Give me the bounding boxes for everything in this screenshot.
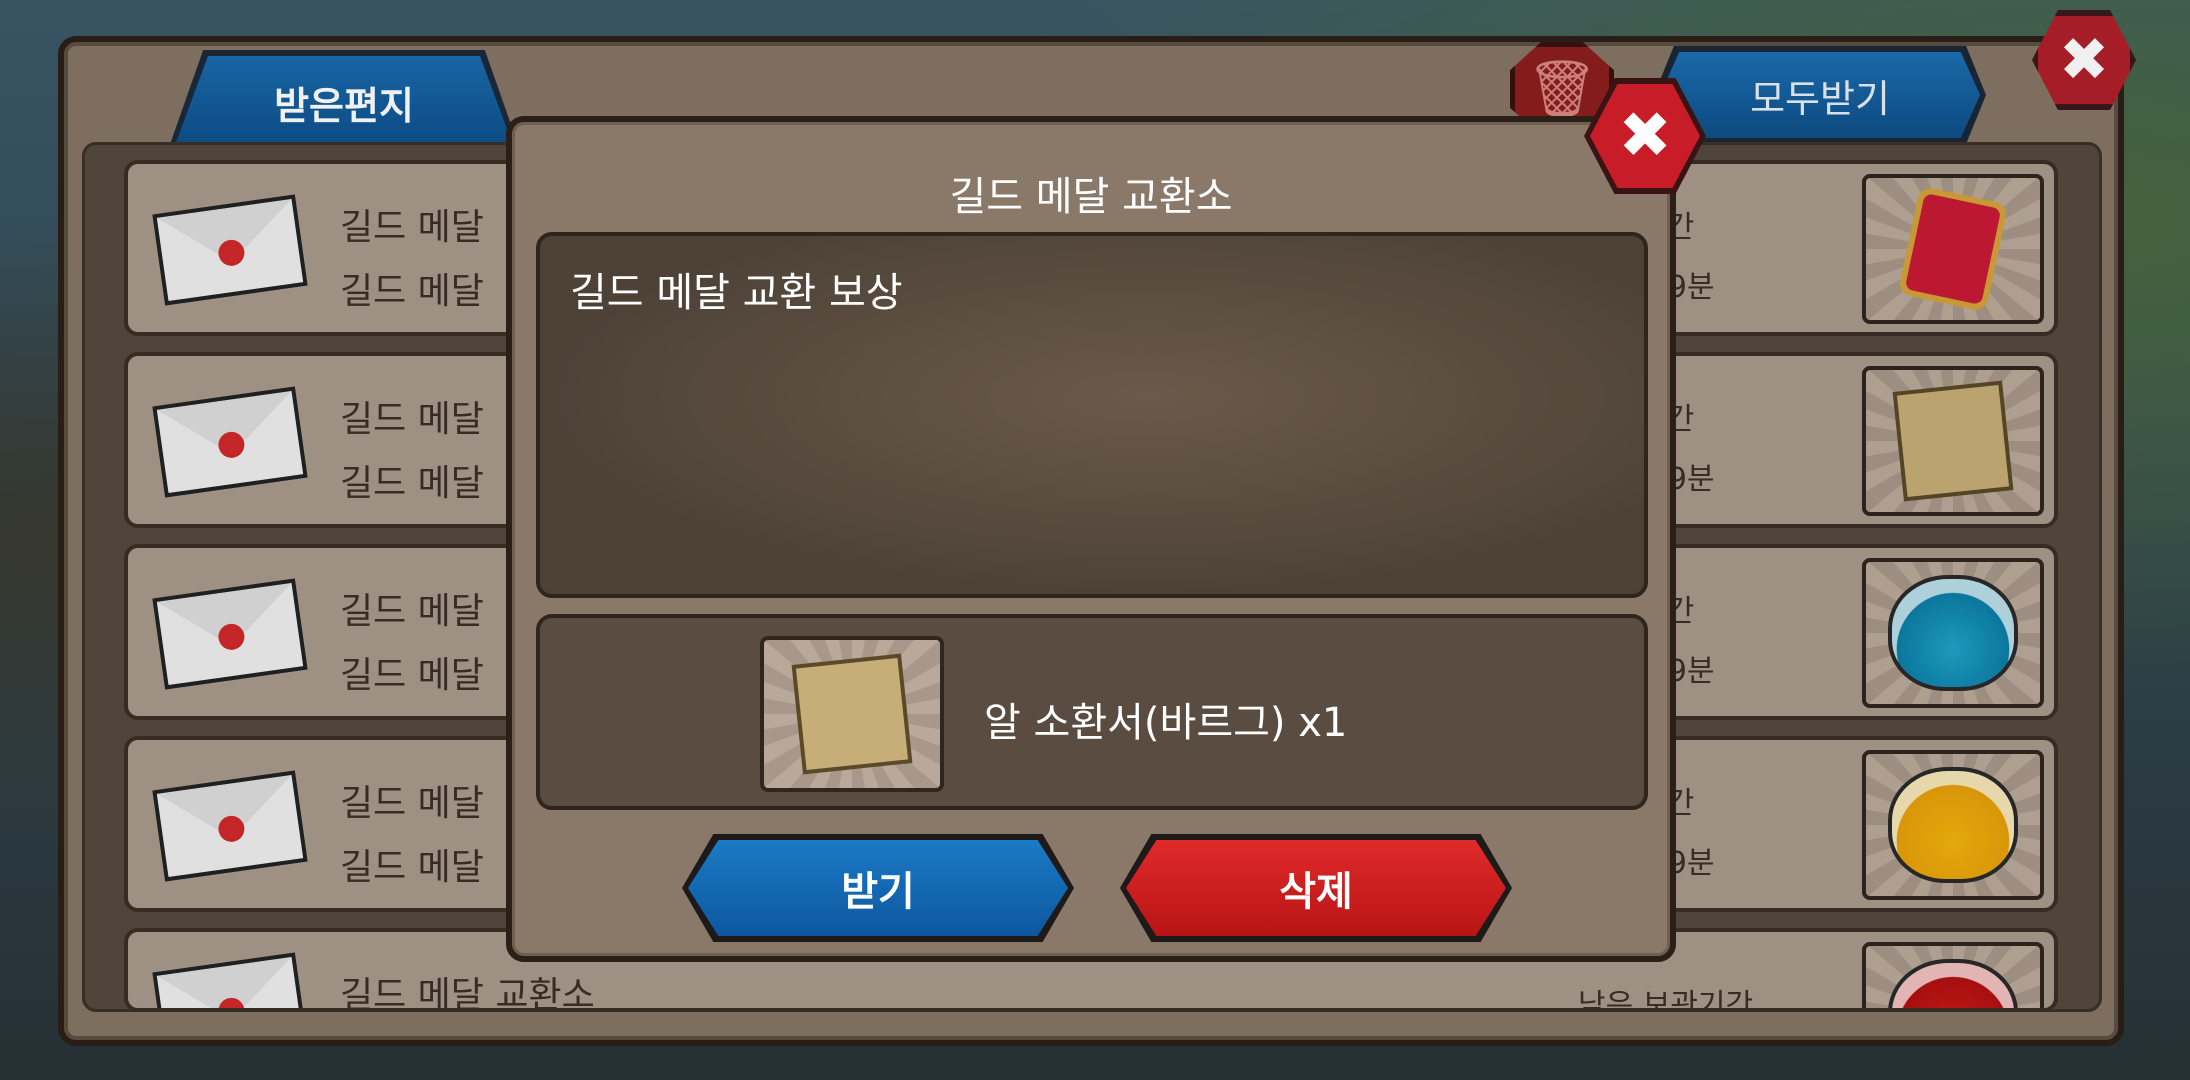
- dialog-title: 길드 메달 교환소: [949, 174, 1233, 220]
- summon-scroll-icon: [760, 636, 944, 792]
- message-text: 길드 메달 교환 보상: [570, 270, 903, 316]
- reward-text: 알 소환서(바르그) x1: [984, 700, 1348, 746]
- reward-box: 알 소환서(바르그) x1: [536, 614, 1648, 810]
- accept-label: 받기: [841, 869, 915, 915]
- accept-button[interactable]: 받기: [688, 840, 1068, 936]
- reward-dialog: 길드 메달 교환소 길드 메달 교환 보상 알 소환서(바르그) x1 받기 삭…: [506, 116, 1676, 962]
- delete-button[interactable]: 삭제: [1126, 840, 1506, 936]
- message-box: 길드 메달 교환 보상: [536, 232, 1648, 598]
- close-icon: ✖: [1618, 99, 1672, 173]
- delete-label: 삭제: [1279, 869, 1353, 915]
